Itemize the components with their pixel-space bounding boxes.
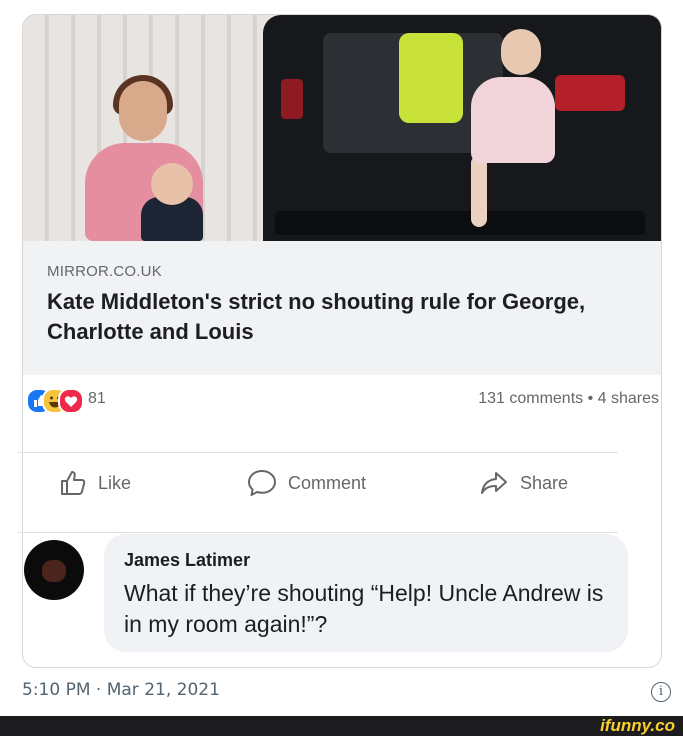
love-reaction-icon (58, 388, 84, 414)
reaction-count: 81 (88, 390, 106, 407)
thumbs-up-icon (61, 471, 86, 495)
comment-label: Comment (288, 472, 367, 493)
divider (18, 532, 618, 533)
watermark-bar: ifunny.co (0, 716, 683, 736)
like-label: Like (98, 472, 132, 493)
comment-bubble: James Latimer What if they’re shouting “… (104, 534, 628, 652)
comment-button[interactable]: Comment (246, 468, 366, 498)
link-headline[interactable]: Kate Middleton's strict no shouting rule… (47, 287, 627, 347)
link-preview[interactable]: MIRROR.CO.UK Kate Middleton's strict no … (23, 241, 661, 375)
speech-bubble-icon (248, 470, 276, 496)
avatar[interactable] (24, 540, 84, 600)
info-icon[interactable]: i (651, 682, 671, 702)
ifunny-watermark: ifunny.co (600, 716, 675, 735)
comment-text: What if they’re shouting “Help! Uncle An… (124, 580, 604, 637)
divider (18, 452, 618, 453)
comment-author[interactable]: James Latimer (124, 550, 250, 571)
article-photo[interactable] (23, 15, 661, 241)
like-button[interactable]: Like (58, 468, 131, 498)
share-arrow-icon (481, 472, 507, 494)
comment: James Latimer What if they’re shouting “… (18, 534, 628, 652)
tweet-timestamp[interactable]: 5:10 PM · Mar 21, 2021 (22, 680, 220, 700)
link-domain: MIRROR.CO.UK (47, 263, 162, 280)
share-button[interactable]: Share (478, 468, 568, 498)
share-label: Share (520, 472, 569, 493)
comments-shares-count[interactable]: 131 comments • 4 shares (478, 390, 659, 408)
